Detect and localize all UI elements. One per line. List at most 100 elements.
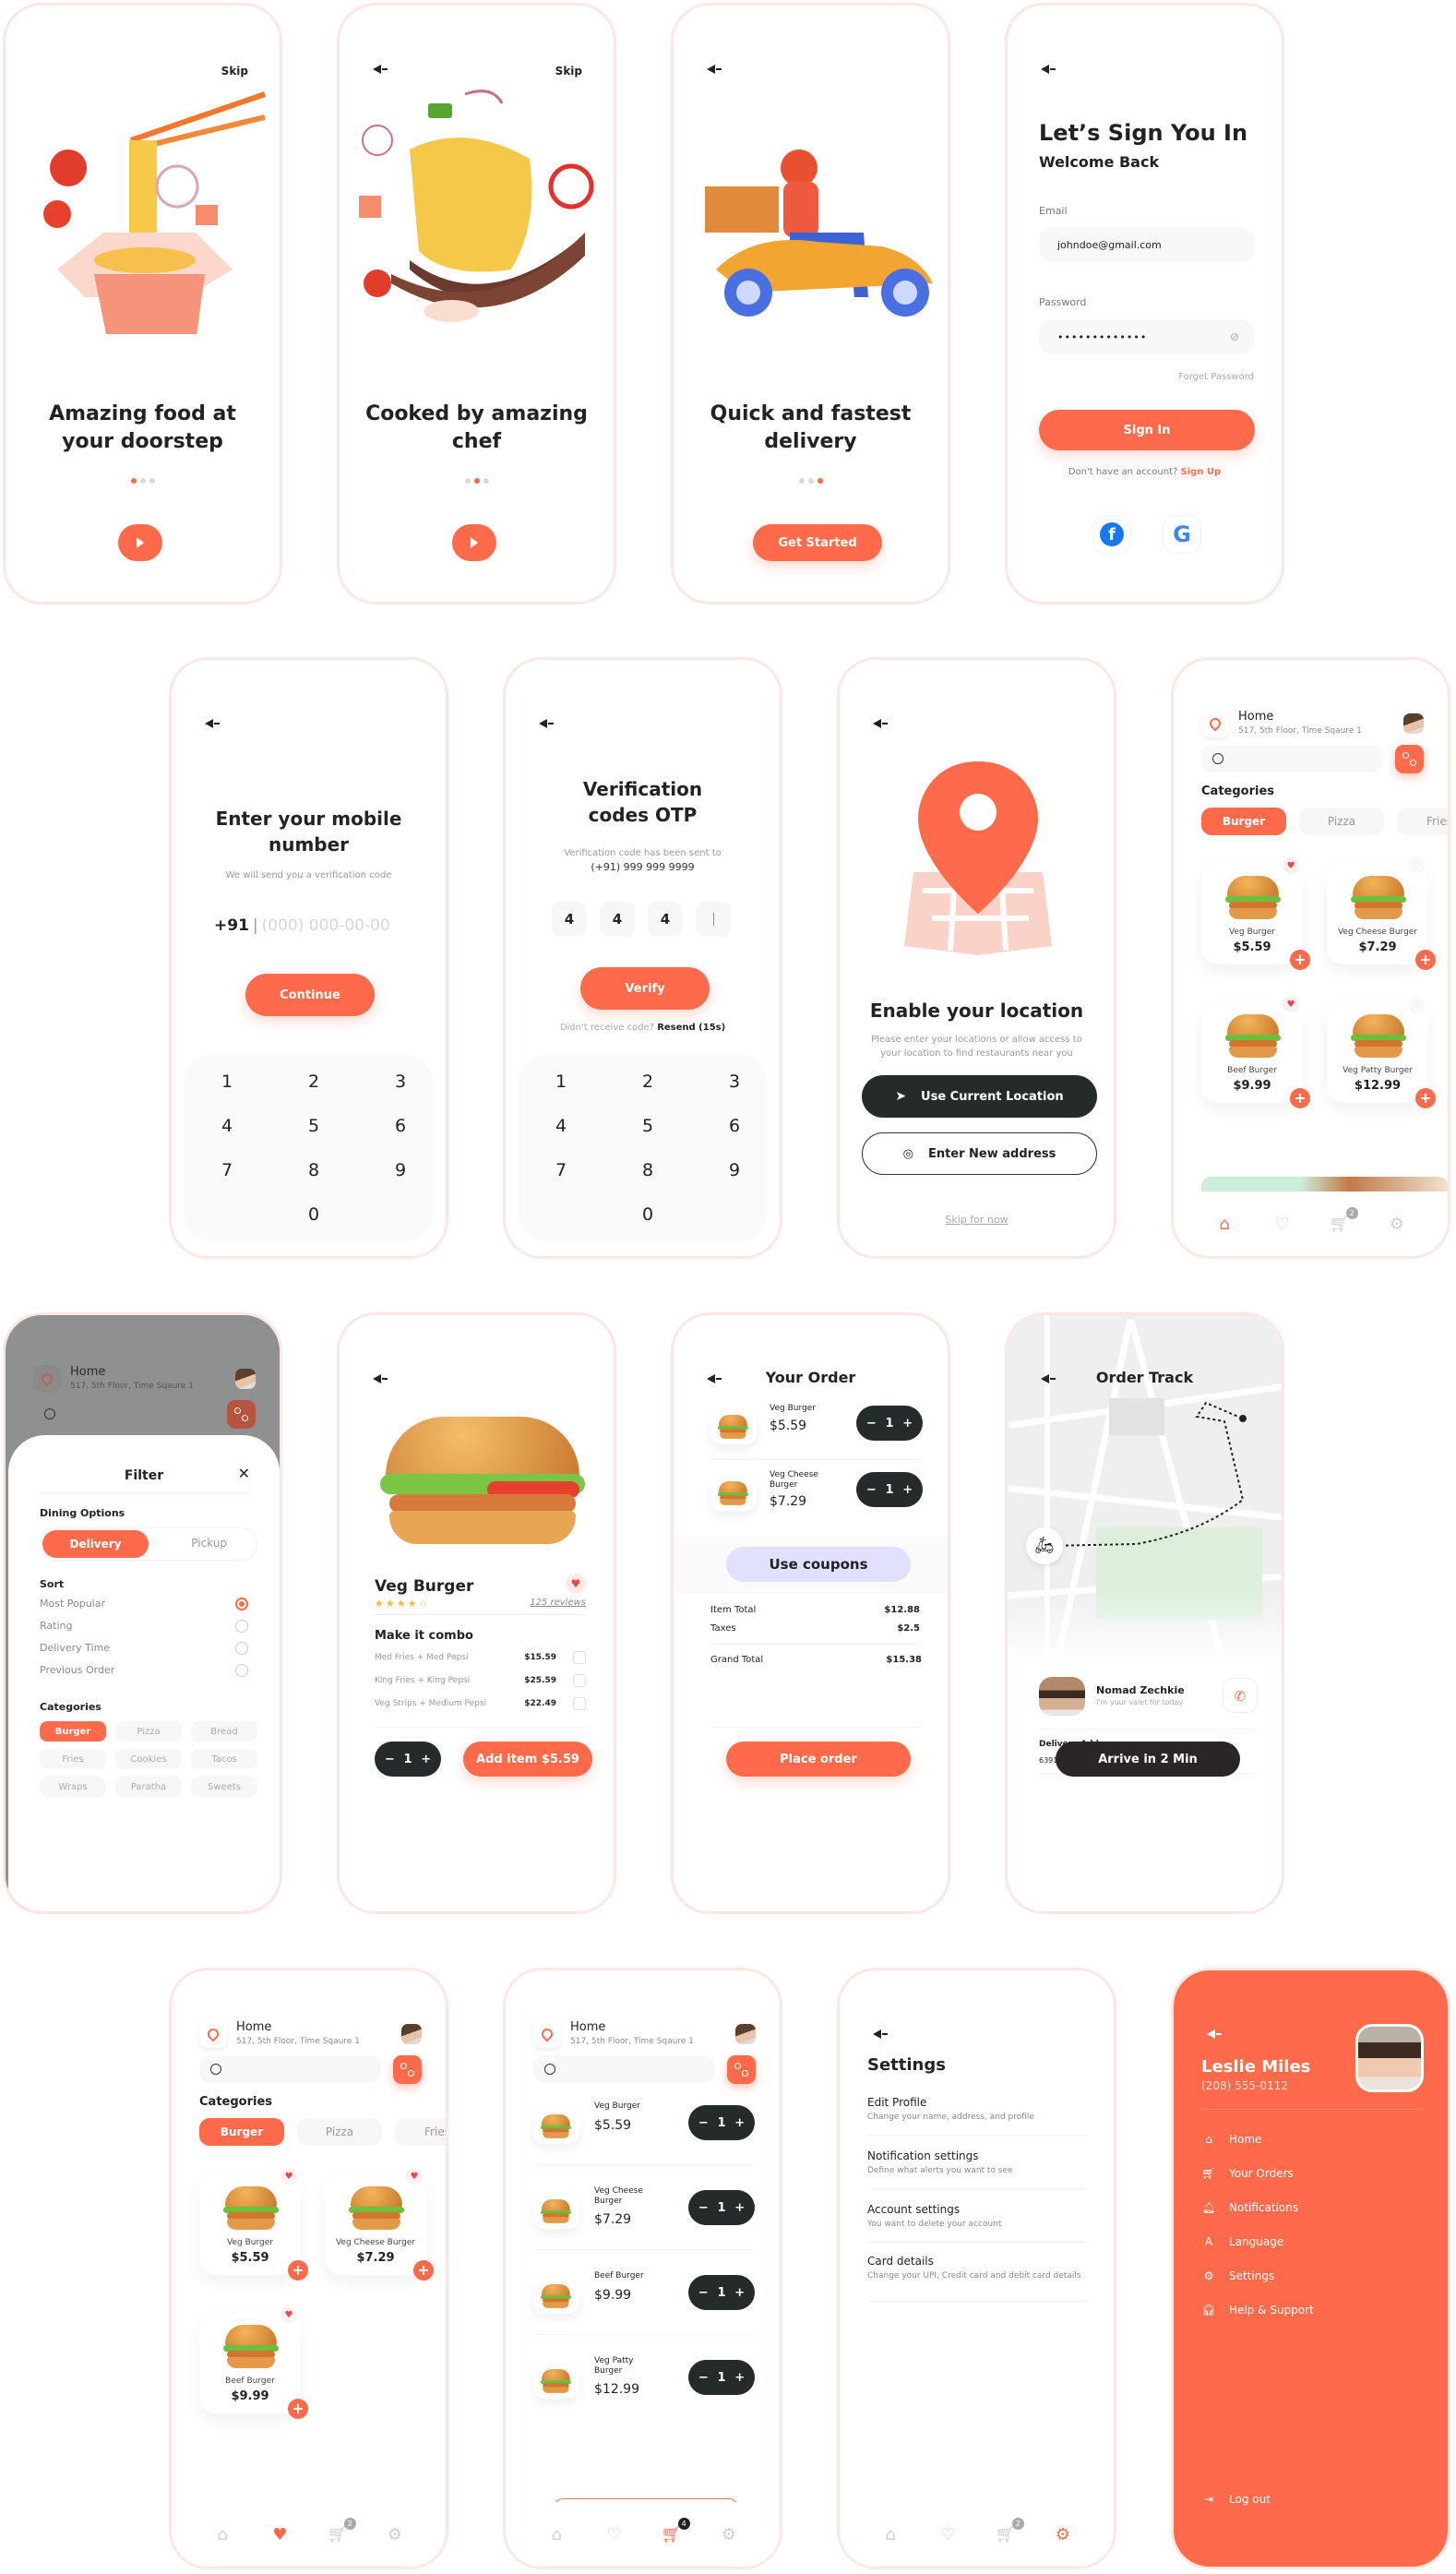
- favorite-heart-icon[interactable]: ♥: [406, 2168, 423, 2185]
- decrease-button[interactable]: −: [698, 2371, 709, 2385]
- enter-new-address-button[interactable]: ◎ Enter New address: [862, 1132, 1097, 1175]
- filter-category-chip[interactable]: Fries: [40, 1749, 106, 1769]
- tab-home[interactable]: ⌂: [545, 2525, 567, 2544]
- favorite-heart-icon[interactable]: ♥: [566, 1574, 586, 1594]
- sort-option-label[interactable]: Rating: [40, 1620, 72, 1632]
- back-icon[interactable]: [205, 719, 221, 728]
- add-to-cart-button[interactable]: +: [1415, 1088, 1436, 1108]
- menu-item-card[interactable]: ♡ Veg Patty Burger $12.99 +: [1327, 996, 1436, 1108]
- tab-favorites[interactable]: ♥: [269, 2525, 291, 2544]
- keypad-key[interactable]: 9: [716, 1160, 753, 1180]
- filter-category-chip[interactable]: Pizza: [115, 1721, 182, 1742]
- keypad-key[interactable]: 3: [382, 1072, 419, 1092]
- filter-category-chip[interactable]: Paratha: [115, 1777, 182, 1797]
- tab-favorites[interactable]: ♡: [1271, 1215, 1293, 1234]
- add-item-button[interactable]: Add item $5.59: [463, 1742, 592, 1777]
- keypad-key[interactable]: 8: [629, 1160, 666, 1180]
- keypad-key[interactable]: 5: [295, 1116, 332, 1136]
- filter-button[interactable]: [727, 2055, 756, 2084]
- keypad-key[interactable]: 8: [295, 1160, 332, 1180]
- tab-settings[interactable]: ⚙: [718, 2525, 740, 2544]
- get-started-button[interactable]: Get Started: [753, 524, 882, 561]
- drawer-menu-item[interactable]: 🛒︎ Your Orders: [1201, 2167, 1293, 2180]
- password-field[interactable]: ••••••••••••• ⊘: [1039, 319, 1254, 354]
- signup-link[interactable]: Sign Up: [1181, 467, 1222, 477]
- use-coupons-button[interactable]: Use coupons: [726, 1547, 911, 1582]
- location-button[interactable]: [1201, 710, 1229, 737]
- facebook-login-button[interactable]: f: [1092, 515, 1131, 554]
- add-to-cart-button[interactable]: +: [288, 2260, 308, 2281]
- increase-button[interactable]: +: [421, 1753, 431, 1766]
- email-field[interactable]: johndoe@gmail.com: [1039, 227, 1254, 262]
- tab-cart[interactable]: 🛒︎ 2: [995, 2517, 1024, 2544]
- back-icon[interactable]: [873, 719, 889, 728]
- drawer-menu-item[interactable]: ⌂ Home: [1201, 2133, 1261, 2146]
- settings-item-title[interactable]: Account settings: [867, 2203, 960, 2216]
- delivery-location-title[interactable]: Home: [1238, 710, 1273, 724]
- category-chip-pizza[interactable]: Pizza: [1299, 808, 1384, 835]
- combo-checkbox[interactable]: [573, 1651, 586, 1664]
- arrive-status-button[interactable]: Arrive in 2 Min: [1056, 1742, 1240, 1777]
- filter-category-chip[interactable]: Burger: [40, 1721, 106, 1742]
- dining-option-pickup[interactable]: Pickup: [191, 1537, 227, 1550]
- user-avatar[interactable]: [401, 2024, 422, 2044]
- filter-button[interactable]: [1395, 745, 1424, 773]
- resend-link[interactable]: Resend (15s): [657, 1023, 725, 1033]
- drawer-menu-item[interactable]: ⚙ Settings: [1201, 2269, 1275, 2282]
- sort-option-label[interactable]: Delivery Time: [40, 1642, 110, 1654]
- filter-category-chip[interactable]: Wraps: [40, 1777, 106, 1797]
- decrease-button[interactable]: −: [866, 1483, 877, 1497]
- tab-settings[interactable]: ⚙: [1386, 1215, 1408, 1234]
- otp-digit-3[interactable]: 4: [648, 902, 683, 937]
- filter-category-chip[interactable]: Bread: [191, 1721, 257, 1742]
- place-order-button[interactable]: Place order: [726, 1742, 911, 1777]
- keypad-key[interactable]: 1: [543, 1072, 579, 1092]
- favorite-heart-icon[interactable]: ♥: [1283, 857, 1299, 874]
- tab-cart[interactable]: 🛒︎ 2: [327, 2517, 356, 2544]
- settings-item-title[interactable]: Card details: [867, 2255, 934, 2268]
- verify-button[interactable]: Verify: [580, 967, 710, 1010]
- tab-favorites[interactable]: ♡: [603, 2525, 625, 2544]
- menu-item-card[interactable]: ♥ Beef Burger $9.99 +: [1201, 996, 1310, 1108]
- menu-item-card[interactable]: ♥ Veg Burger $5.59 +: [199, 2168, 308, 2281]
- skip-button[interactable]: Skip: [221, 65, 248, 78]
- decrease-button[interactable]: −: [698, 2286, 709, 2300]
- back-icon[interactable]: [373, 1374, 389, 1383]
- tab-settings[interactable]: ⚙: [384, 2525, 406, 2544]
- sort-option-label[interactable]: Most Popular: [40, 1598, 105, 1610]
- back-icon[interactable]: [873, 2029, 889, 2039]
- add-to-cart-button[interactable]: +: [1415, 950, 1436, 970]
- location-button[interactable]: [199, 2020, 227, 2048]
- tab-home[interactable]: ⌂: [879, 2525, 901, 2544]
- category-chip-pizza[interactable]: Pizza: [297, 2118, 382, 2146]
- tab-cart[interactable]: 🛒︎ 4: [661, 2517, 690, 2544]
- back-icon[interactable]: [373, 65, 389, 74]
- sort-radio[interactable]: [235, 1642, 248, 1655]
- favorite-heart-icon[interactable]: ♥: [280, 2168, 297, 2185]
- delivery-location-title[interactable]: Home: [236, 2020, 271, 2034]
- increase-button[interactable]: +: [734, 2201, 745, 2215]
- decrease-button[interactable]: −: [866, 1417, 877, 1431]
- next-button[interactable]: [118, 524, 162, 561]
- decrease-button[interactable]: −: [698, 2201, 709, 2215]
- keypad-key[interactable]: 0: [295, 1204, 332, 1225]
- settings-item-title[interactable]: Notification settings: [867, 2149, 979, 2162]
- use-current-location-button[interactable]: ➤ Use Current Location: [862, 1075, 1097, 1118]
- continue-button[interactable]: Continue: [245, 974, 375, 1016]
- keypad-key[interactable]: 6: [716, 1116, 753, 1136]
- profile-photo[interactable]: [1355, 2024, 1424, 2092]
- tab-cart[interactable]: 🛒︎ 2: [1329, 1206, 1358, 1234]
- menu-item-card[interactable]: ♥ Veg Cheese Burger $7.29 +: [325, 2168, 434, 2281]
- settings-item-title[interactable]: Edit Profile: [867, 2096, 926, 2109]
- back-icon[interactable]: [539, 719, 555, 728]
- combo-checkbox[interactable]: [573, 1697, 586, 1710]
- next-button[interactable]: [452, 524, 496, 561]
- keypad-key[interactable]: 1: [209, 1072, 245, 1092]
- filter-category-chip[interactable]: Sweets: [191, 1777, 257, 1797]
- add-to-cart-button[interactable]: +: [1290, 1088, 1310, 1108]
- otp-digit-4[interactable]: [696, 902, 731, 937]
- keypad-key[interactable]: 7: [543, 1160, 579, 1180]
- category-chip-burger[interactable]: Burger: [1201, 808, 1286, 835]
- add-to-cart-button[interactable]: +: [1290, 950, 1310, 970]
- sort-radio[interactable]: [235, 1598, 248, 1610]
